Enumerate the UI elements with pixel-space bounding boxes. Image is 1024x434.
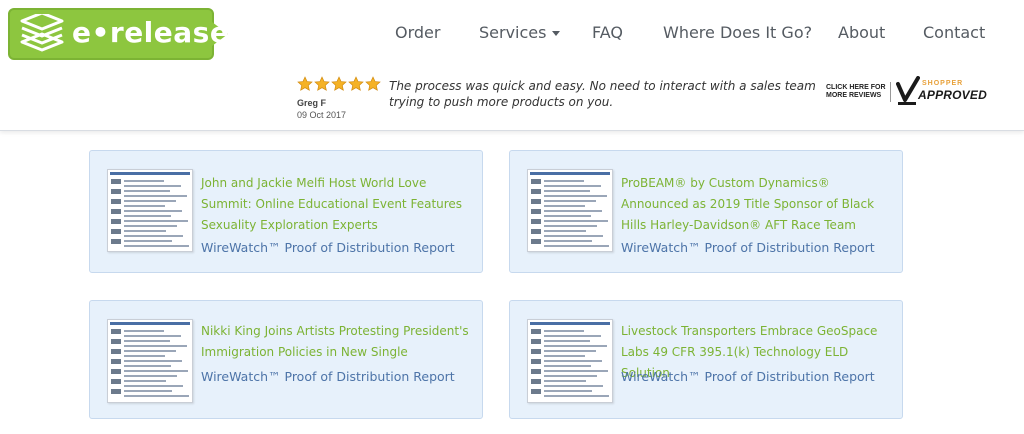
stacked-papers-icon [20, 14, 64, 52]
wirewatch-report-link[interactable]: WireWatch™ Proof of Distribution Report [621, 240, 875, 255]
star-icon [348, 76, 364, 91]
reviewer-name: Greg F [297, 98, 327, 108]
nav-services[interactable]: Services [479, 22, 561, 44]
approved-word: APPROVED [918, 88, 987, 102]
report-thumbnail[interactable] [527, 319, 613, 403]
review-quote: The process was quick and easy. No need … [389, 79, 816, 109]
checkmark-icon [896, 76, 920, 105]
star-icon [331, 76, 347, 91]
chevron-down-icon [552, 31, 561, 36]
press-release-card[interactable]: Livestock Transporters Embrace GeoSpace … [509, 300, 903, 419]
nav-where-does-it-go[interactable]: Where Does It Go? [663, 22, 812, 44]
star-rating [297, 76, 381, 94]
shopper-approved-badge[interactable]: CLICK HERE FOR MORE REVIEWS SHOPPER APPR… [826, 76, 996, 108]
press-release-grid: John and Jackie Melfi Host World Love Su… [0, 132, 1024, 434]
review-date: 09 Oct 2017 [297, 110, 347, 120]
card-title[interactable]: Nikki King Joins Artists Protesting Pres… [201, 321, 471, 363]
wirewatch-report-link[interactable]: WireWatch™ Proof of Distribution Report [201, 240, 455, 255]
nav-about[interactable]: About [838, 22, 885, 44]
press-release-card[interactable]: ProBEAM® by Custom Dynamics® Announced a… [509, 150, 903, 273]
report-thumbnail[interactable] [107, 169, 193, 252]
review-strip: Greg F 09 Oct 2017 The process was quick… [297, 76, 817, 124]
shopper-word: SHOPPER [922, 80, 964, 87]
star-icon [297, 76, 313, 91]
more-reviews-link[interactable]: CLICK HERE FOR MORE REVIEWS [826, 84, 890, 100]
card-title[interactable]: John and Jackie Melfi Host World Love Su… [201, 173, 471, 236]
nav-faq[interactable]: FAQ [592, 22, 623, 44]
press-release-card[interactable]: Nikki King Joins Artists Protesting Pres… [89, 300, 483, 419]
site-header: e•releases Order Services FAQ Where Does… [0, 0, 1024, 131]
report-thumbnail[interactable] [107, 319, 193, 403]
logo-text: e•releases [72, 16, 247, 49]
card-title[interactable]: ProBEAM® by Custom Dynamics® Announced a… [621, 173, 891, 236]
nav-contact[interactable]: Contact [923, 22, 985, 44]
nav-order[interactable]: Order [395, 22, 440, 44]
press-release-card[interactable]: John and Jackie Melfi Host World Love Su… [89, 150, 483, 273]
ereleases-logo[interactable]: e•releases [8, 8, 246, 60]
wirewatch-report-link[interactable]: WireWatch™ Proof of Distribution Report [621, 369, 875, 384]
wirewatch-report-link[interactable]: WireWatch™ Proof of Distribution Report [201, 369, 455, 384]
star-icon [314, 76, 330, 91]
report-thumbnail[interactable] [527, 169, 613, 252]
star-icon [365, 76, 381, 91]
